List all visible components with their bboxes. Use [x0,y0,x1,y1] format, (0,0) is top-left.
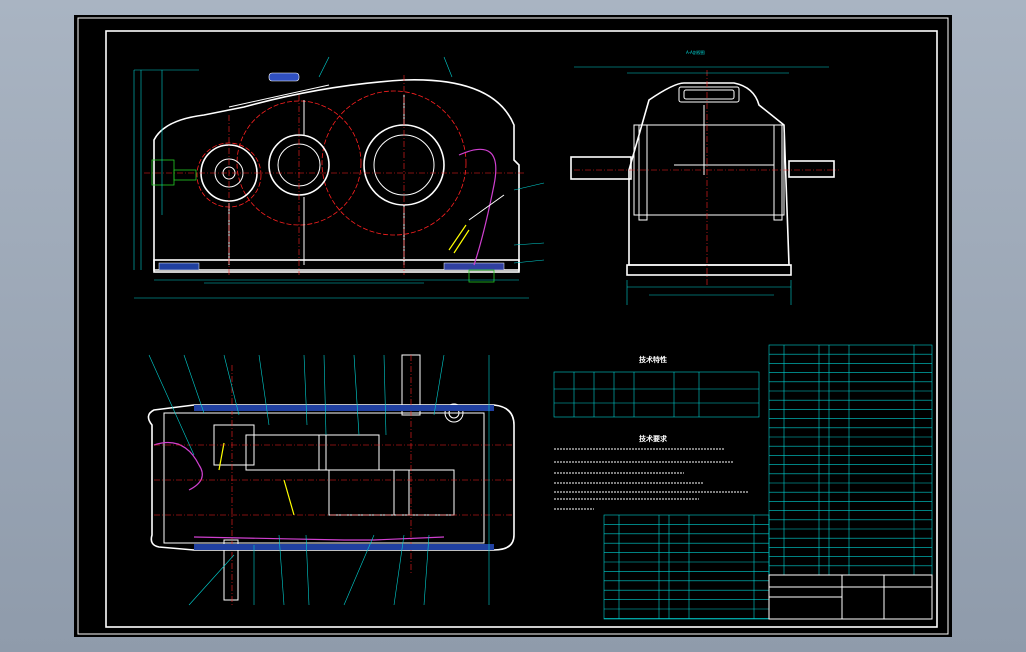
drawing-sheet: A-A剖视图 技术特性 技术要求 [74,15,952,637]
input-shaft [570,156,632,180]
side-view: A-A剖视图 [570,49,839,305]
output-shaft [788,160,835,178]
tech-params: 技术特性 [553,355,760,418]
tech-req-title: 技术要求 [639,434,668,443]
tech-requirements: 技术要求 [554,434,749,510]
tech-params-title: 技术特性 [639,355,667,364]
top-housing [147,404,515,551]
title-block [768,574,933,620]
top-view [147,354,515,606]
side-view-title: A-A剖视图 [686,49,705,55]
side-housing [628,82,790,266]
front-view [133,56,545,299]
gearbox-assembly-drawing: A-A剖视图 技术特性 技术要求 [77,17,949,635]
parts-list [768,344,933,576]
breather-cap [268,72,300,82]
parts-list-lower [603,514,770,620]
inspection-cover [228,84,330,108]
housing-outline [153,79,520,271]
